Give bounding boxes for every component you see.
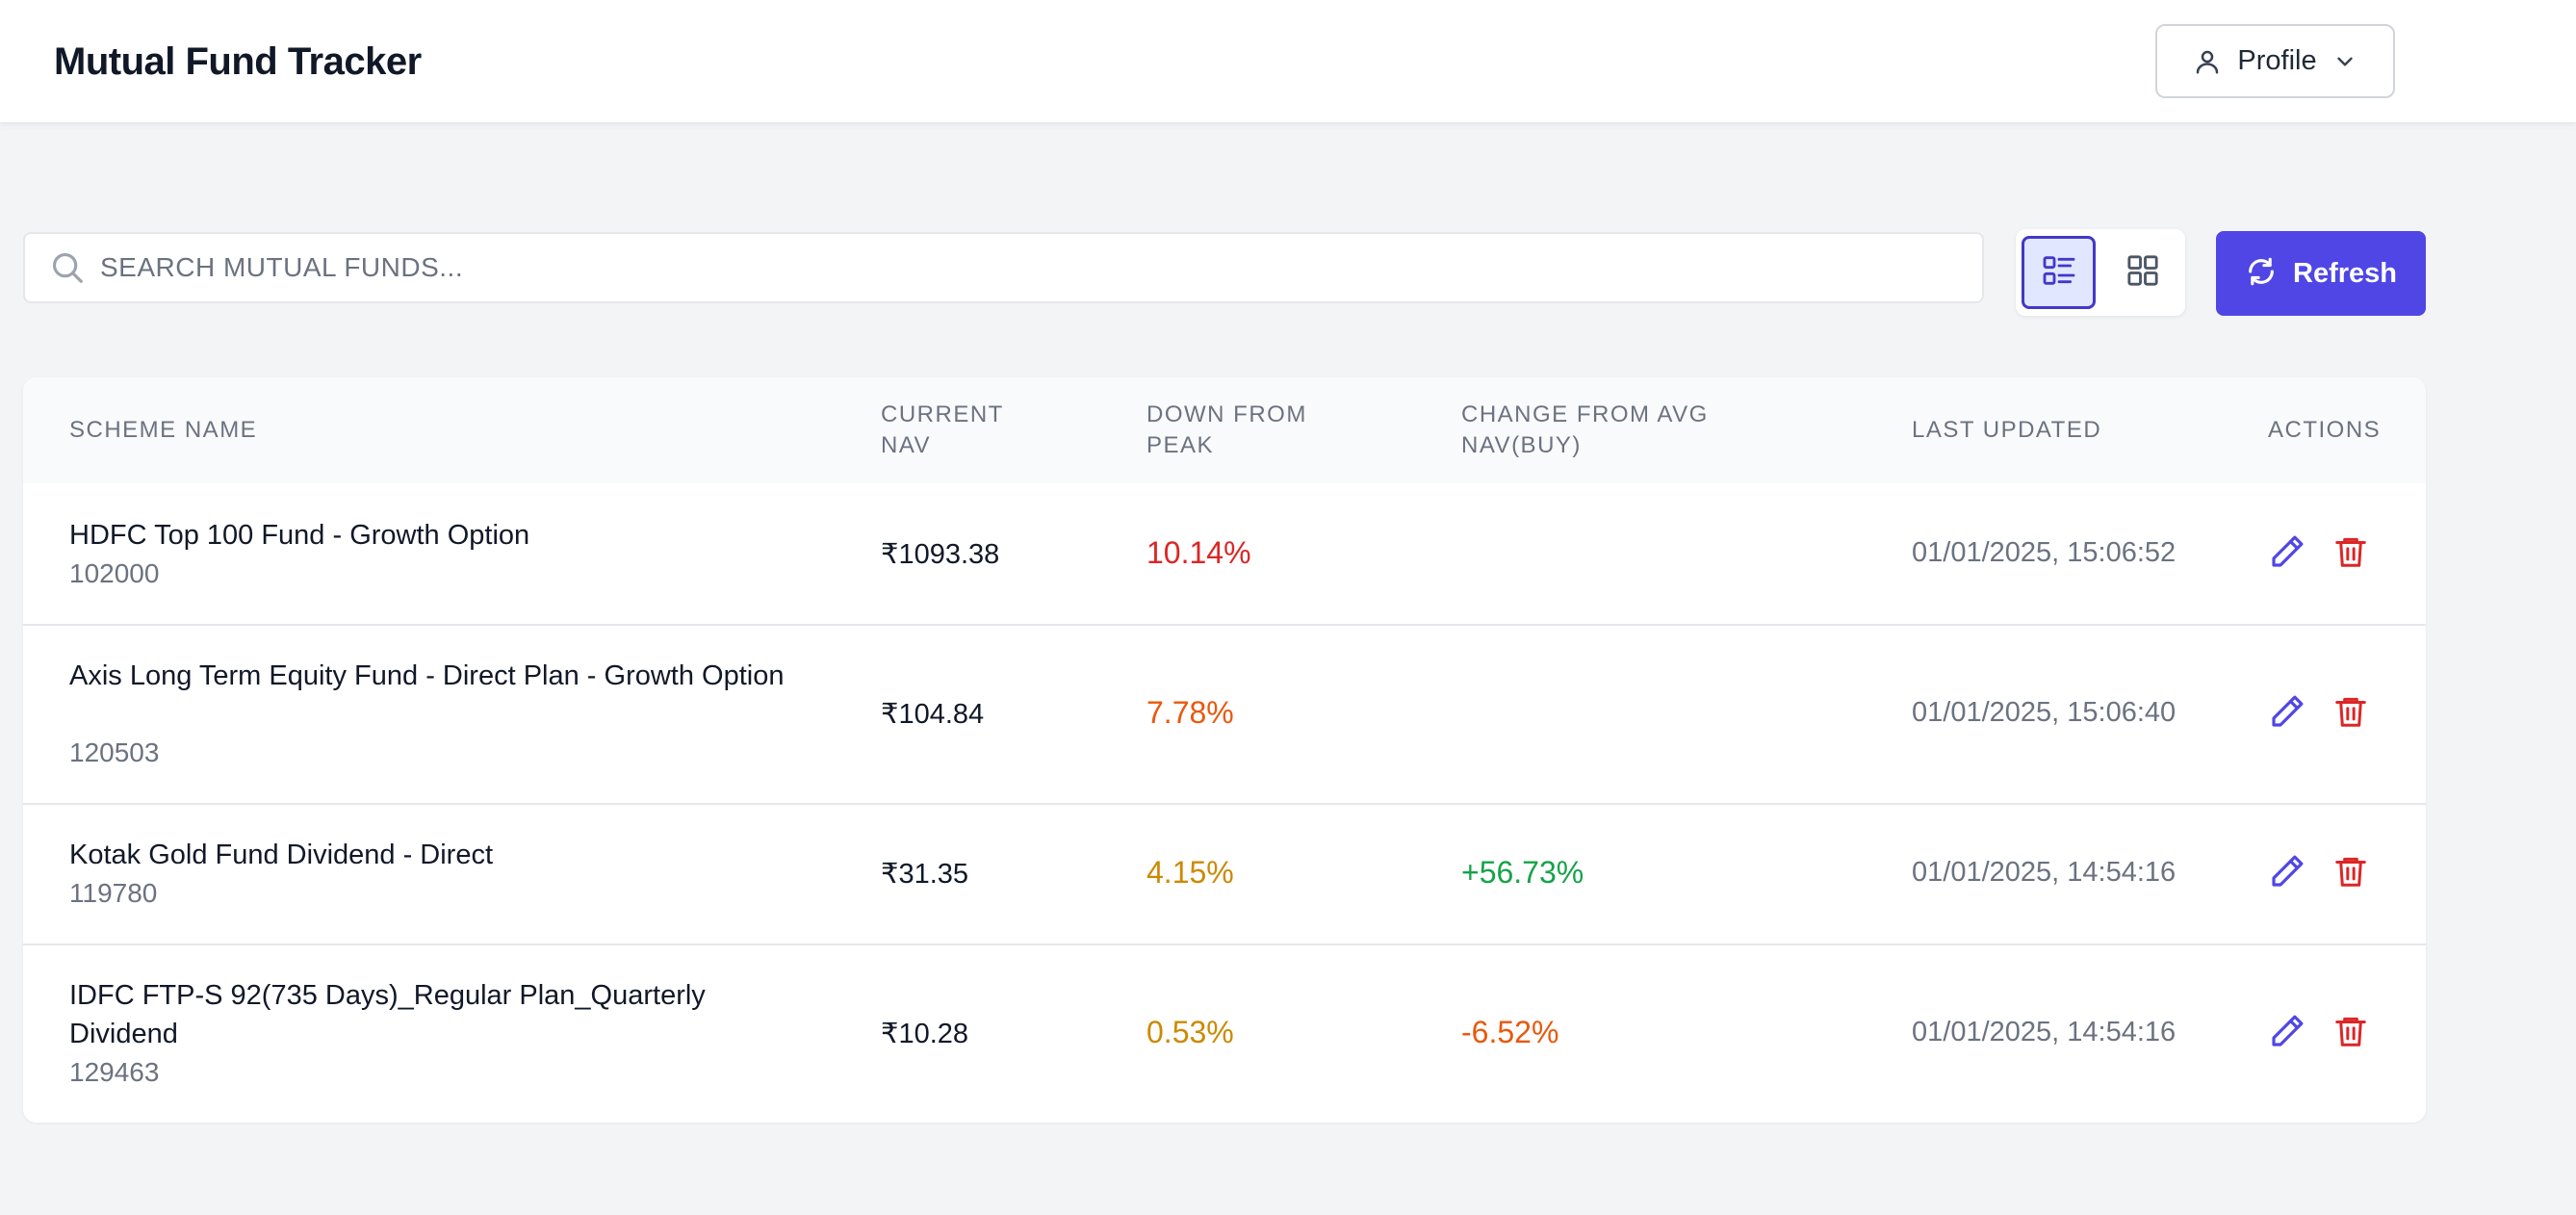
list-view-icon [2040, 251, 2078, 295]
down-from-peak: 7.78% [1146, 695, 1234, 730]
grid-view-icon [2124, 251, 2162, 295]
refresh-button[interactable]: Refresh [2216, 231, 2426, 316]
last-updated: 01/01/2025, 15:06:40 [1912, 697, 2177, 728]
column-header-down-from-peak: DOWN FROM PEAK [1146, 401, 1307, 458]
profile-label: Profile [2237, 45, 2317, 76]
pencil-icon [2267, 851, 2307, 896]
table-row: HDFC Top 100 Fund - Growth Option 102000… [23, 483, 2426, 624]
change-from-avg: -6.52% [1461, 1015, 1559, 1049]
row-divider [23, 944, 2426, 945]
row-divider [23, 624, 2426, 626]
delete-button[interactable] [2330, 1012, 2372, 1054]
column-header-change-from-avg: CHANGE FROM AVG NAV(BUY) [1461, 401, 1709, 458]
current-nav: ₹31.35 [881, 859, 969, 890]
list-view-button[interactable] [2022, 236, 2097, 309]
trash-icon [2332, 532, 2369, 576]
user-icon [2193, 47, 2222, 76]
column-header-actions: ACTIONS [2268, 417, 2382, 443]
edit-button[interactable] [2266, 852, 2308, 894]
scheme-name: HDFC Top 100 Fund - Growth Option [69, 520, 530, 551]
table-header: SCHEME NAME CURRENT NAV DOWN FROM PEAK C… [23, 377, 2426, 483]
trash-icon [2332, 852, 2369, 895]
pencil-icon [2267, 531, 2307, 577]
delete-button[interactable] [2330, 532, 2372, 575]
search-input[interactable] [100, 239, 1982, 297]
scheme-code: 129463 [69, 1057, 160, 1087]
current-nav: ₹104.84 [881, 699, 985, 730]
refresh-icon [2245, 255, 2278, 293]
table-row: Kotak Gold Fund Dividend - Direct 119780… [23, 803, 2426, 944]
scheme-code: 119780 [69, 878, 158, 908]
pencil-icon [2267, 1011, 2307, 1056]
search-box [23, 232, 1984, 303]
change-from-avg: +56.73% [1461, 855, 1584, 890]
row-divider [23, 803, 2426, 805]
search-icon [48, 248, 87, 287]
column-header-current-nav: CURRENT NAV [881, 401, 1004, 458]
edit-button[interactable] [2266, 532, 2308, 575]
scheme-name: Axis Long Term Equity Fund - Direct Plan… [69, 660, 785, 691]
last-updated: 01/01/2025, 15:06:52 [1912, 537, 2177, 568]
table-row: IDFC FTP-S 92(735 Days)_Regular Plan_Qua… [23, 944, 2426, 1123]
fund-table: SCHEME NAME CURRENT NAV DOWN FROM PEAK C… [23, 377, 2426, 1123]
scheme-code: 120503 [69, 737, 160, 767]
chevron-down-icon [2332, 49, 2357, 74]
down-from-peak: 10.14% [1146, 535, 1251, 570]
profile-button[interactable]: Profile [2155, 24, 2395, 98]
down-from-peak: 0.53% [1146, 1015, 1234, 1049]
table-row: Axis Long Term Equity Fund - Direct Plan… [23, 624, 2426, 803]
last-updated: 01/01/2025, 14:54:16 [1912, 857, 2177, 888]
current-nav: ₹1093.38 [881, 539, 1000, 570]
delete-button[interactable] [2330, 852, 2372, 894]
down-from-peak: 4.15% [1146, 855, 1234, 890]
edit-button[interactable] [2266, 692, 2308, 735]
app-header: Mutual Fund Tracker Profile [0, 0, 2576, 123]
view-toggle [2016, 229, 2185, 316]
scheme-name: IDFC FTP-S 92(735 Days)_Regular Plan_Qua… [69, 980, 706, 1049]
scheme-name: Kotak Gold Fund Dividend - Direct [69, 840, 494, 870]
refresh-label: Refresh [2293, 257, 2397, 289]
column-header-last-updated: LAST UPDATED [1912, 417, 2102, 443]
delete-button[interactable] [2330, 692, 2372, 735]
pencil-icon [2267, 691, 2307, 737]
last-updated: 01/01/2025, 14:54:16 [1912, 1017, 2177, 1047]
edit-button[interactable] [2266, 1012, 2308, 1054]
trash-icon [2332, 1012, 2369, 1055]
column-header-scheme-name: SCHEME NAME [69, 417, 258, 443]
grid-view-button[interactable] [2105, 236, 2179, 309]
app-title: Mutual Fund Tracker [54, 40, 422, 83]
current-nav: ₹10.28 [881, 1019, 969, 1049]
scheme-code: 102000 [69, 558, 160, 588]
trash-icon [2332, 692, 2369, 736]
